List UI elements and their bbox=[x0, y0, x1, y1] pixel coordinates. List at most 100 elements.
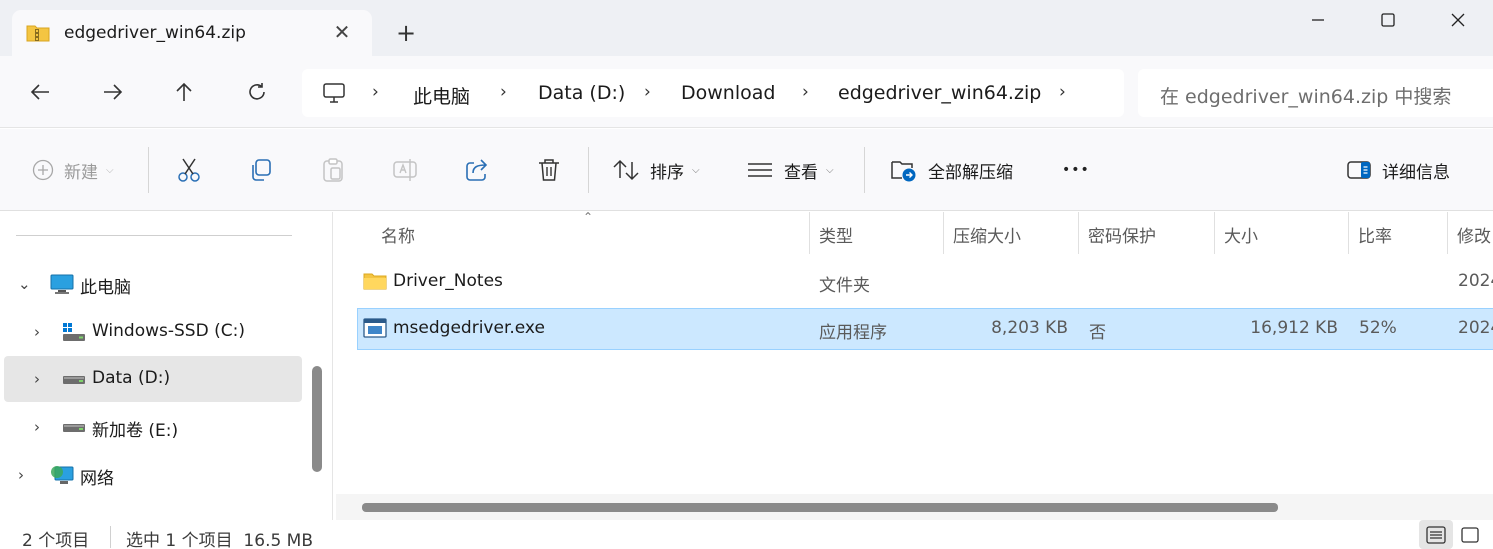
chevron-right-icon[interactable]: › bbox=[34, 323, 40, 341]
file-size: 16,912 KB bbox=[1250, 318, 1338, 338]
column-header-size[interactable]: 大小 bbox=[1214, 212, 1348, 254]
view-list-icon bbox=[748, 163, 772, 177]
column-header-type[interactable]: 类型 bbox=[809, 212, 943, 254]
chevron-down-icon[interactable]: ⌄ bbox=[18, 275, 31, 293]
chevron-right-icon[interactable]: › bbox=[34, 418, 40, 436]
back-button[interactable] bbox=[22, 76, 58, 108]
tab-edgedriver-zip[interactable]: edgedriver_win64.zip ✕ bbox=[12, 10, 372, 56]
table-row[interactable]: Driver_Notes 文件夹 2024 bbox=[357, 261, 1493, 303]
chevron-down-icon: ⌵ bbox=[826, 164, 834, 176]
sort-label: 排序 bbox=[650, 162, 684, 183]
details-view-button[interactable] bbox=[1419, 520, 1453, 549]
delete-button[interactable] bbox=[536, 151, 562, 189]
column-header-label: 修改 bbox=[1457, 227, 1491, 247]
table-row[interactable]: msedgedriver.exe 应用程序 8,203 KB 否 16,912 … bbox=[357, 308, 1493, 350]
sidebar-item-network[interactable]: › 网络 bbox=[4, 452, 302, 498]
sort-icon bbox=[613, 159, 639, 181]
details-pane-button[interactable]: 详细信息 bbox=[1346, 151, 1450, 189]
chevron-down-icon: ⌵ bbox=[106, 164, 114, 176]
chevron-right-icon[interactable]: › bbox=[34, 370, 40, 388]
copy-button[interactable] bbox=[248, 151, 274, 189]
column-header-modified[interactable]: 修改 bbox=[1447, 212, 1493, 254]
column-header-password-protected[interactable]: 密码保护 bbox=[1078, 212, 1214, 254]
extract-all-button[interactable]: 全部解压缩 bbox=[890, 151, 1013, 189]
share-button[interactable] bbox=[464, 151, 490, 189]
column-header-compressed-size[interactable]: 压缩大小 bbox=[943, 212, 1078, 254]
minimize-icon bbox=[1312, 19, 1324, 21]
monitor-icon bbox=[50, 274, 74, 294]
forward-button[interactable] bbox=[95, 76, 131, 108]
sidebar-item-new-volume-e[interactable]: › 新加卷 (E:) bbox=[4, 404, 302, 450]
file-ratio: 52% bbox=[1359, 318, 1397, 338]
paste-button[interactable] bbox=[320, 151, 346, 189]
details-label: 详细信息 bbox=[1382, 162, 1450, 183]
sidebar-item-data-drive[interactable]: › Data (D:) bbox=[4, 356, 302, 402]
extract-folder-icon bbox=[891, 161, 916, 182]
sidebar-item-this-pc[interactable]: ⌄ 此电脑 bbox=[4, 261, 302, 307]
horizontal-scrollbar-thumb[interactable] bbox=[362, 503, 1278, 512]
file-type: 文件夹 bbox=[819, 276, 870, 296]
view-button[interactable]: 查看 ⌵ bbox=[746, 151, 834, 189]
title-bar: edgedriver_win64.zip ✕ + bbox=[0, 0, 1493, 56]
command-bar: 新建 ⌵ 排序 ⌵ 查看 ⌵ 全部解压缩 ••• 详细信息 bbox=[0, 129, 1493, 211]
arrow-left-icon bbox=[30, 84, 49, 100]
maximize-button[interactable] bbox=[1353, 0, 1423, 40]
breadcrumb-zip[interactable]: edgedriver_win64.zip bbox=[838, 82, 1041, 104]
breadcrumb-download[interactable]: Download bbox=[681, 82, 775, 104]
minimize-button[interactable] bbox=[1283, 0, 1353, 40]
column-header-ratio[interactable]: 比率 bbox=[1348, 212, 1447, 254]
arrow-right-icon bbox=[104, 84, 123, 100]
breadcrumb-separator[interactable]: › bbox=[372, 82, 379, 102]
sidebar-item-label: Windows-SSD (C:) bbox=[92, 321, 245, 341]
breadcrumb-data-drive[interactable]: Data (D:) bbox=[538, 82, 625, 104]
tab-title: edgedriver_win64.zip bbox=[64, 23, 246, 43]
exe-icon bbox=[363, 318, 387, 338]
monitor-icon bbox=[323, 83, 345, 103]
refresh-button[interactable] bbox=[239, 76, 275, 108]
rename-icon bbox=[393, 159, 417, 181]
windows-drive-icon bbox=[63, 323, 85, 341]
file-modified: 2024 bbox=[1458, 271, 1493, 291]
copy-icon bbox=[252, 159, 271, 181]
breadcrumb[interactable]: › 此电脑 › Data (D:) › Download › edgedrive… bbox=[302, 69, 1124, 117]
breadcrumb-separator[interactable]: › bbox=[644, 82, 651, 102]
cut-button[interactable] bbox=[176, 151, 202, 189]
breadcrumb-separator[interactable]: › bbox=[802, 82, 809, 102]
file-list: ⌃ 名称 类型 压缩大小 密码保护 大小 比率 修改 Driver_Notes … bbox=[332, 210, 1493, 520]
sort-button[interactable]: 排序 ⌵ bbox=[612, 151, 700, 189]
column-header-label: 压缩大小 bbox=[953, 227, 1021, 247]
column-header-name[interactable]: 名称 bbox=[371, 212, 809, 254]
new-tab-button[interactable]: + bbox=[390, 18, 422, 48]
file-password-protected: 否 bbox=[1089, 323, 1106, 343]
more-options-button[interactable]: ••• bbox=[1062, 151, 1090, 189]
navigation-pane: ⌄ 此电脑 › Windows-SSD (C:) › Data (D:) › 新… bbox=[0, 212, 330, 520]
breadcrumb-separator[interactable]: › bbox=[500, 82, 507, 102]
chevron-down-icon: ⌵ bbox=[692, 164, 700, 176]
toolbar-divider bbox=[588, 147, 589, 193]
sidebar-item-label: 网络 bbox=[80, 469, 114, 489]
column-header-label: 密码保护 bbox=[1088, 227, 1156, 247]
new-button[interactable]: 新建 ⌵ bbox=[32, 151, 114, 189]
column-header-label: 类型 bbox=[819, 227, 853, 247]
column-header-label: 大小 bbox=[1224, 227, 1258, 247]
sidebar-item-windows-ssd[interactable]: › Windows-SSD (C:) bbox=[4, 309, 302, 355]
more-icon: ••• bbox=[1062, 162, 1090, 178]
new-label: 新建 bbox=[64, 162, 98, 183]
chevron-right-icon[interactable]: › bbox=[18, 466, 24, 484]
details-pane-icon bbox=[1347, 161, 1371, 179]
search-input[interactable]: 在 edgedriver_win64.zip 中搜索 bbox=[1138, 69, 1493, 117]
file-compressed-size: 8,203 KB bbox=[991, 318, 1068, 338]
column-header-label: 比率 bbox=[1358, 227, 1392, 247]
tab-close-icon[interactable]: ✕ bbox=[328, 18, 356, 46]
up-button[interactable] bbox=[166, 76, 202, 108]
file-type: 应用程序 bbox=[819, 323, 887, 343]
breadcrumb-this-pc[interactable]: 此电脑 bbox=[413, 82, 470, 109]
breadcrumb-separator[interactable]: › bbox=[1059, 82, 1066, 102]
close-window-button[interactable] bbox=[1423, 0, 1493, 40]
maximize-icon bbox=[1381, 13, 1395, 27]
tiles-view-button[interactable] bbox=[1453, 520, 1487, 549]
sidebar-divider bbox=[16, 235, 292, 236]
sidebar-scrollbar-thumb[interactable] bbox=[312, 366, 322, 472]
toolbar-divider bbox=[864, 147, 865, 193]
rename-button[interactable] bbox=[392, 151, 418, 189]
